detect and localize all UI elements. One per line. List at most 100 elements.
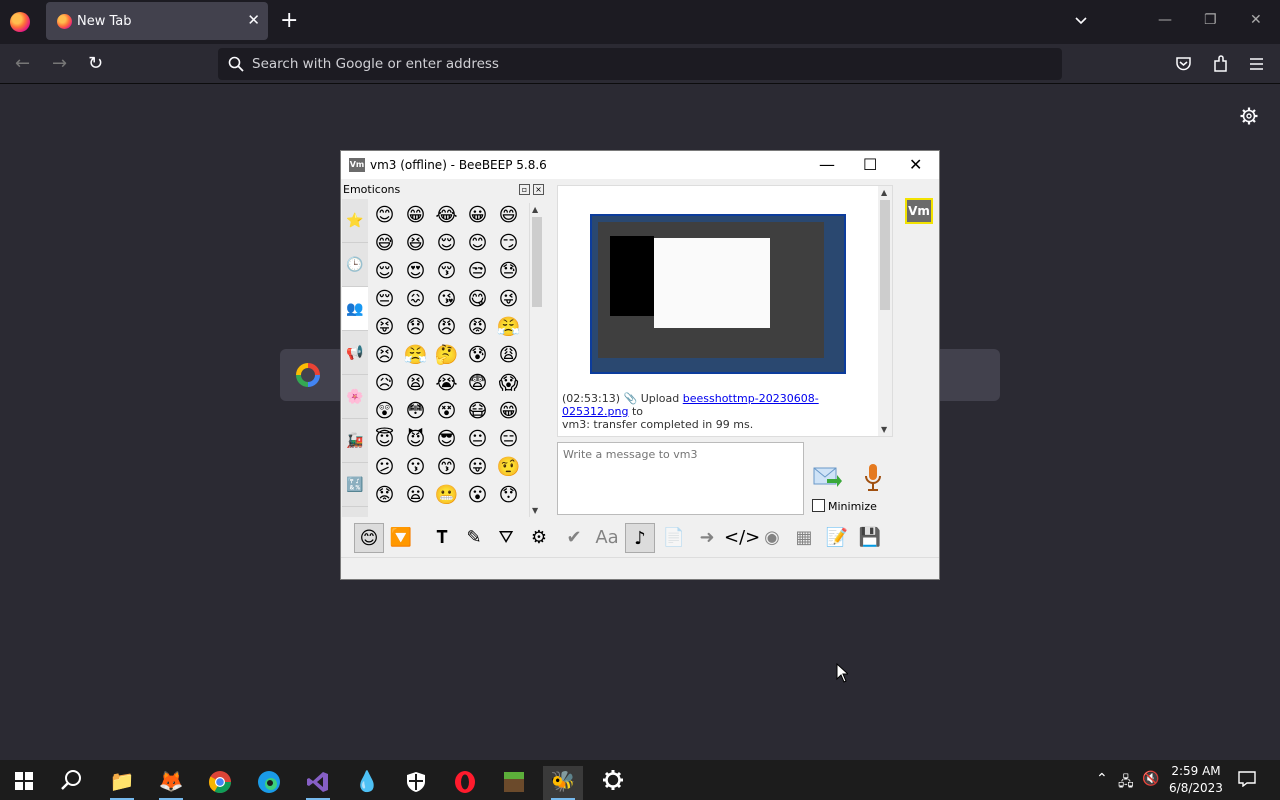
- emoticon-cell[interactable]: 😑: [493, 425, 524, 453]
- settings-gear-icon[interactable]: [1240, 107, 1258, 125]
- emoticon-tab[interactable]: 👥: [342, 287, 368, 331]
- settings-button[interactable]: ⚙: [524, 523, 554, 553]
- emoticon-cell[interactable]: 😘: [431, 285, 462, 313]
- settings-taskbar-icon[interactable]: [602, 769, 624, 791]
- window-close-button[interactable]: ✕: [1250, 12, 1262, 28]
- emoticon-cell[interactable]: 😜: [493, 285, 524, 313]
- emoticon-cell[interactable]: 😷: [462, 397, 493, 425]
- emoticon-cell[interactable]: 😊: [369, 201, 400, 229]
- emoticon-tab[interactable]: 🌸: [342, 375, 368, 419]
- beebeep-taskbar-icon[interactable]: 🐝: [543, 766, 583, 800]
- send-message-icon[interactable]: [813, 465, 843, 489]
- emoticon-cell[interactable]: 😠: [431, 313, 462, 341]
- emoticon-cell[interactable]: 😋: [462, 285, 493, 313]
- code-button[interactable]: </>: [724, 523, 760, 553]
- float-panel-icon[interactable]: ▫: [519, 184, 530, 195]
- emoticon-cell[interactable]: 😵: [431, 397, 462, 425]
- emoticon-cell[interactable]: 😤: [493, 313, 524, 341]
- emoticon-cell[interactable]: 😌: [431, 229, 462, 257]
- emoticon-tab[interactable]: 🕒: [342, 243, 368, 287]
- chat-scrollbar[interactable]: ▲ ▼: [878, 186, 892, 436]
- system-clock[interactable]: 2:59 AM 6/8/2023: [1166, 763, 1226, 797]
- emoticon-cell[interactable]: 😯: [493, 481, 524, 509]
- extensions-icon[interactable]: [1212, 55, 1229, 73]
- emoticon-tab[interactable]: 🔣: [342, 463, 368, 507]
- notes-button[interactable]: 📝: [822, 523, 852, 553]
- window-restore-button[interactable]: ❐: [1204, 12, 1217, 28]
- emoticon-cell[interactable]: 😬: [431, 481, 462, 509]
- minimize-checkbox[interactable]: [812, 499, 825, 512]
- sound-button[interactable]: ♪: [625, 523, 655, 553]
- emoticon-cell[interactable]: 😨: [462, 369, 493, 397]
- emoticon-cell[interactable]: 😂: [431, 201, 462, 229]
- beebeep-minimize-button[interactable]: —: [819, 155, 835, 174]
- emoticon-cell[interactable]: 😈: [400, 425, 431, 453]
- firefox-taskbar-icon[interactable]: 🦊: [151, 766, 191, 800]
- notification-center-icon[interactable]: [1238, 771, 1256, 787]
- emoticon-cell[interactable]: 😙: [431, 453, 462, 481]
- emoticon-cell[interactable]: 🤔: [431, 341, 462, 369]
- microphone-icon[interactable]: [863, 462, 883, 492]
- reload-button[interactable]: ↻: [88, 54, 103, 74]
- emoticon-cell[interactable]: 😱: [493, 369, 524, 397]
- emoticon-cell[interactable]: 😗: [400, 453, 431, 481]
- emoticon-cell[interactable]: 😆: [400, 229, 431, 257]
- emoticon-cell[interactable]: 😌: [369, 257, 400, 285]
- emoticon-tab[interactable]: 🚂: [342, 419, 368, 463]
- edge-icon[interactable]: [249, 766, 289, 800]
- emoticon-cell[interactable]: 😝: [369, 313, 400, 341]
- tray-chevron-up-icon[interactable]: ⌃: [1096, 771, 1108, 787]
- file-button[interactable]: 📄: [659, 523, 689, 553]
- emoticon-cell[interactable]: 😥: [369, 369, 400, 397]
- emoticon-cell[interactable]: 😩: [493, 341, 524, 369]
- emoticon-cell[interactable]: 😳: [400, 397, 431, 425]
- emoticon-cell[interactable]: 😣: [369, 341, 400, 369]
- color-button[interactable]: ✎: [459, 523, 489, 553]
- url-bar[interactable]: Search with Google or enter address: [218, 48, 1062, 80]
- save-button[interactable]: 💾: [855, 523, 885, 553]
- volume-muted-icon[interactable]: 🔇: [1142, 771, 1159, 787]
- minecraft-icon[interactable]: [494, 766, 534, 800]
- close-panel-icon[interactable]: ×: [533, 184, 544, 195]
- menu-icon[interactable]: [1249, 57, 1264, 71]
- font-button[interactable]: 𝐓: [427, 523, 457, 553]
- expand-button[interactable]: 🔽: [386, 523, 416, 553]
- chevron-down-icon[interactable]: [1074, 14, 1088, 28]
- emoticon-cell[interactable]: 😁: [493, 397, 524, 425]
- network-icon[interactable]: 🖧: [1118, 771, 1134, 795]
- message-input[interactable]: [557, 442, 804, 515]
- emoticon-cell[interactable]: 😛: [462, 453, 493, 481]
- defender-shield-icon[interactable]: [396, 766, 436, 800]
- screenshot-thumbnail[interactable]: [590, 214, 846, 374]
- file-explorer-icon[interactable]: 📁: [102, 766, 142, 800]
- firefox-logo-icon[interactable]: [10, 12, 30, 32]
- beebeep-maximize-button[interactable]: ☐: [863, 155, 877, 174]
- tab-new-tab[interactable]: New Tab ✕: [46, 2, 268, 40]
- emoticon-cell[interactable]: 😟: [369, 481, 400, 509]
- user-avatar[interactable]: Vm: [905, 198, 933, 224]
- emoticon-cell[interactable]: 😊: [462, 229, 493, 257]
- emoticon-cell[interactable]: 😮: [462, 481, 493, 509]
- emoticon-tab[interactable]: 📢: [342, 331, 368, 375]
- emoticon-tab[interactable]: ⭐: [342, 199, 368, 243]
- emoticon-cell[interactable]: 😰: [462, 341, 493, 369]
- emoticon-cell[interactable]: 😇: [369, 425, 400, 453]
- emoticon-cell[interactable]: 😓: [493, 257, 524, 285]
- emoticon-cell[interactable]: 😫: [400, 369, 431, 397]
- emoticon-cell[interactable]: 😤: [400, 341, 431, 369]
- emoticon-cell[interactable]: 🤨: [493, 453, 524, 481]
- emoticon-cell[interactable]: 😖: [400, 285, 431, 313]
- beebeep-titlebar[interactable]: Vm vm3 (offline) - BeeBEEP 5.8.6 — ☐ ✕: [341, 151, 939, 179]
- pocket-icon[interactable]: [1175, 56, 1192, 72]
- emoticon-cell[interactable]: 😭: [431, 369, 462, 397]
- emoticon-cell[interactable]: 😎: [431, 425, 462, 453]
- emoticons-toggle-button[interactable]: 😊: [354, 523, 384, 553]
- emoticon-cell[interactable]: 😡: [462, 313, 493, 341]
- chrome-icon[interactable]: [200, 766, 240, 800]
- window-minimize-button[interactable]: —: [1158, 12, 1172, 28]
- emoticon-cell[interactable]: 😚: [431, 257, 462, 285]
- back-button[interactable]: ←: [15, 54, 30, 74]
- emoticon-cell[interactable]: 😲: [369, 397, 400, 425]
- emoticon-cell[interactable]: 😞: [400, 313, 431, 341]
- emoticon-cell[interactable]: 😐: [462, 425, 493, 453]
